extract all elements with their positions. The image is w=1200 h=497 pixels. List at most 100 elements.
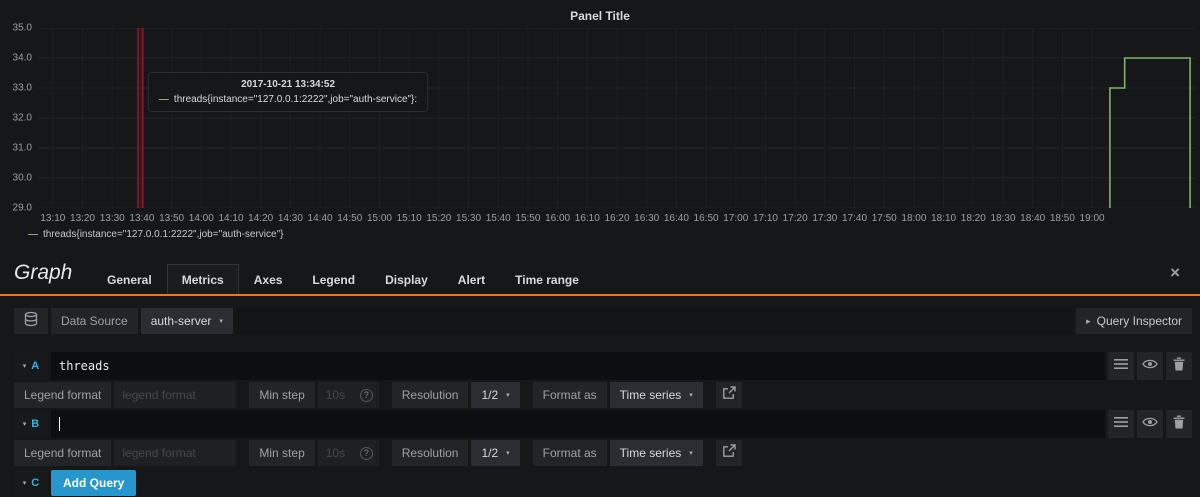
series-color-dash-icon: — bbox=[158, 94, 169, 105]
query-menu-button-a[interactable] bbox=[1108, 352, 1134, 380]
open-external-button-a[interactable] bbox=[715, 382, 742, 408]
x-axis-labels: 13:10 13:20 13:30 13:40 13:50 14:00 14:10 14:20… bbox=[38, 213, 1196, 225]
x-tick-label: 15:00 bbox=[366, 213, 392, 224]
tab-alert[interactable]: Alert bbox=[443, 264, 500, 294]
datasource-label: Data Source bbox=[51, 308, 138, 334]
query-visibility-button-b[interactable] bbox=[1137, 410, 1163, 438]
min-step-label: Min step bbox=[249, 440, 315, 466]
x-tick-label: 18:10 bbox=[931, 213, 957, 224]
plot-svg bbox=[38, 28, 1196, 208]
query-list: ▾ A threads Legend format legend format … bbox=[14, 352, 1192, 496]
help-icon[interactable]: ? bbox=[359, 388, 373, 402]
x-tick-label: 16:50 bbox=[693, 213, 719, 224]
legend-color-dash-icon: — bbox=[28, 229, 38, 240]
y-tick-label: 29.0 bbox=[12, 202, 32, 214]
open-external-button-b[interactable] bbox=[715, 440, 742, 466]
add-query-button[interactable]: Add Query bbox=[51, 470, 137, 496]
x-tick-label: 15:10 bbox=[396, 213, 422, 224]
metrics-tab-content: Data Source auth-server ▾ ▸ Query Inspec… bbox=[0, 296, 1200, 496]
query-row-a: ▾ A bbox=[14, 352, 1192, 380]
query-visibility-button-a[interactable] bbox=[1137, 352, 1163, 380]
x-tick-label: 15:30 bbox=[456, 213, 482, 224]
eye-icon bbox=[1142, 357, 1158, 375]
database-icon bbox=[23, 311, 39, 332]
y-tick-label: 32.0 bbox=[12, 112, 32, 124]
chevron-down-icon: ▾ bbox=[22, 362, 27, 370]
x-tick-label: 13:30 bbox=[99, 213, 125, 224]
tab-time-range[interactable]: Time range bbox=[500, 264, 594, 294]
panel-editor: Graph General Metrics Axes Legend Display Ale… bbox=[0, 252, 1200, 497]
format-as-value: Time series bbox=[619, 446, 682, 460]
tab-metrics[interactable]: Metrics bbox=[166, 264, 239, 294]
query-inspector-button[interactable]: ▸ Query Inspector bbox=[1076, 308, 1192, 334]
resolution-label: Resolution bbox=[391, 440, 469, 466]
x-tick-label: 14:00 bbox=[188, 213, 214, 224]
query-collapse-a[interactable]: ▾ A bbox=[14, 352, 48, 380]
help-icon[interactable]: ? bbox=[359, 446, 373, 460]
resolution-value: 1/2 bbox=[481, 388, 499, 402]
x-tick-label: 13:50 bbox=[159, 213, 185, 224]
graph-tooltip: 2017-10-21 13:34:52 — threads{instance="1… bbox=[147, 72, 429, 112]
query-collapse-c[interactable]: ▾ C bbox=[14, 470, 48, 496]
menu-icon bbox=[1114, 415, 1128, 433]
tooltip-series-row: — threads{instance="127.0.0.1:2222",job="… bbox=[159, 94, 417, 105]
menu-icon bbox=[1114, 357, 1128, 375]
x-tick-label: 19:00 bbox=[1079, 213, 1105, 224]
query-expr-wrap-b bbox=[51, 410, 1105, 438]
close-editor-button[interactable]: × bbox=[1164, 263, 1186, 283]
tab-legend[interactable]: Legend bbox=[297, 264, 370, 294]
graph-panel: Panel Title 35.0 34.0 33.0 32.0 31.0 30.0 29.0… bbox=[0, 0, 1200, 252]
min-step-label: Min step bbox=[249, 382, 315, 408]
x-tick-label: 14:50 bbox=[337, 213, 363, 224]
editor-title: Graph bbox=[14, 261, 73, 284]
tab-general[interactable]: General bbox=[92, 264, 167, 294]
query-delete-button-a[interactable] bbox=[1166, 352, 1192, 380]
legend-format-input-a[interactable] bbox=[114, 382, 237, 408]
tab-display[interactable]: Display bbox=[370, 264, 443, 294]
query-menu-button-b[interactable] bbox=[1108, 410, 1134, 438]
plot-area[interactable]: 2017-10-21 13:34:52 — threads{instance="1… bbox=[38, 28, 1196, 208]
resolution-select-b[interactable]: 1/2 ▾ bbox=[471, 440, 520, 466]
legend-format-label: Legend format bbox=[14, 382, 112, 408]
chevron-down-icon: ▾ bbox=[22, 479, 27, 487]
x-tick-label: 15:20 bbox=[426, 213, 452, 224]
editor-header: Graph General Metrics Axes Legend Display Ale… bbox=[0, 252, 1200, 294]
panel-legend[interactable]: — threads{instance="127.0.0.1:2222",job="… bbox=[28, 229, 283, 240]
query-ref-letter: A bbox=[31, 360, 40, 372]
datasource-select[interactable]: auth-server ▾ bbox=[140, 308, 233, 334]
x-tick-label: 18:30 bbox=[990, 213, 1016, 224]
x-tick-label: 16:00 bbox=[545, 213, 571, 224]
chevron-down-icon: ▾ bbox=[689, 449, 693, 457]
min-step-input-a[interactable] bbox=[317, 388, 360, 402]
resolution-label: Resolution bbox=[391, 382, 469, 408]
datasource-row-fill bbox=[235, 308, 1074, 334]
query-delete-button-b[interactable] bbox=[1166, 410, 1192, 438]
format-as-select-a[interactable]: Time series ▾ bbox=[609, 382, 703, 408]
x-tick-label: 18:00 bbox=[901, 213, 927, 224]
query-row-b: ▾ B bbox=[14, 410, 1192, 438]
min-step-wrap-a: ? bbox=[317, 382, 379, 408]
query-collapse-b[interactable]: ▾ B bbox=[14, 410, 48, 438]
query-ref-letter: C bbox=[31, 477, 40, 489]
x-tick-label: 13:20 bbox=[70, 213, 96, 224]
tooltip-time: 2017-10-21 13:34:52 bbox=[241, 79, 336, 90]
query-expr-input-b[interactable] bbox=[51, 410, 1105, 438]
resolution-select-a[interactable]: 1/2 ▾ bbox=[471, 382, 520, 408]
tab-axes[interactable]: Axes bbox=[239, 264, 298, 294]
x-tick-label: 17:50 bbox=[871, 213, 897, 224]
trash-icon bbox=[1173, 415, 1185, 434]
datasource-icon-button[interactable] bbox=[14, 308, 48, 334]
y-axis-labels: 35.0 34.0 33.0 32.0 31.0 30.0 29.0 bbox=[4, 23, 34, 214]
format-as-select-b[interactable]: Time series ▾ bbox=[609, 440, 703, 466]
format-as-value: Time series bbox=[619, 388, 682, 402]
x-tick-label: 17:20 bbox=[782, 213, 808, 224]
x-tick-label: 16:40 bbox=[663, 213, 689, 224]
query-expr-input-a[interactable] bbox=[51, 352, 1105, 380]
x-tick-label: 14:20 bbox=[248, 213, 274, 224]
y-tick-label: 33.0 bbox=[12, 82, 32, 94]
editor-tabs: General Metrics Axes Legend Display Alert Time… bbox=[92, 264, 594, 294]
min-step-input-b[interactable] bbox=[317, 446, 360, 460]
add-query-row: ▾ C Add Query bbox=[14, 470, 1192, 496]
legend-format-input-b[interactable] bbox=[114, 440, 237, 466]
chevron-right-icon: ▸ bbox=[1086, 315, 1091, 326]
